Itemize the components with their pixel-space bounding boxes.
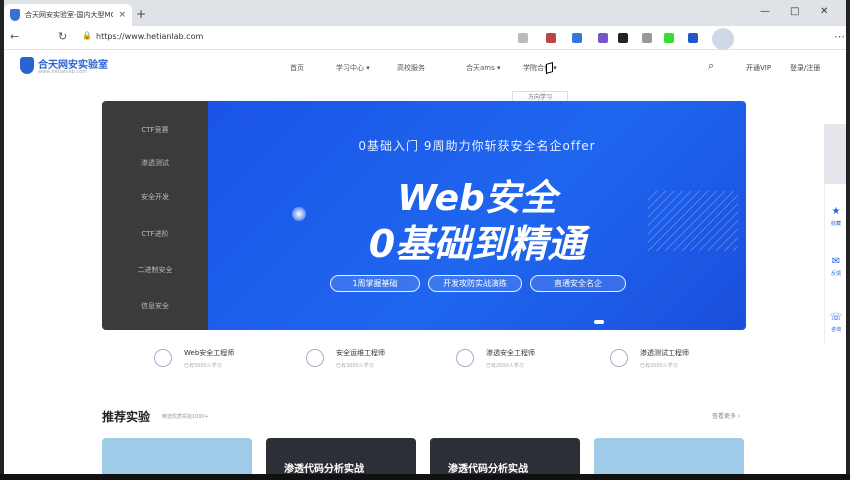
banner-pill: 1周掌握基础 (330, 275, 420, 292)
section-title: 推荐实验 (102, 410, 151, 424)
new-tab-button[interactable]: + (136, 7, 146, 21)
career-icon (154, 349, 172, 367)
tab-title: 合天网安实验室-国内大型MOO (25, 11, 114, 19)
consult-icon[interactable]: ☏ (828, 312, 844, 323)
carousel-dot[interactable] (594, 320, 604, 324)
close-window-button[interactable]: ✕ (820, 6, 828, 17)
banner-side-menu: CTF竞赛 渗透测试 安全开发 CTF进阶 二进制安全 信息安全 (102, 101, 208, 330)
lock-icon[interactable]: 🔒 (82, 31, 92, 40)
browser-tab[interactable]: 合天网安实验室-国内大型MOO × (4, 4, 132, 26)
mouse-cursor (546, 62, 553, 74)
refresh-icon[interactable]: ↻ (58, 30, 67, 43)
side-menu-item[interactable]: 信息安全 (102, 301, 208, 311)
lab-card[interactable] (594, 438, 744, 474)
banner-title-secondary: 0基础到精通 (368, 222, 586, 266)
extension-icon[interactable] (572, 33, 582, 43)
extension-icon[interactable] (664, 33, 674, 43)
lab-card[interactable]: 渗透代码分析实战 (266, 438, 416, 475)
career-icon (306, 349, 324, 367)
side-menu-item[interactable]: 二进制安全 (102, 265, 208, 275)
career-desc: 已有2000人学习 (486, 363, 524, 369)
maximize-button[interactable]: □ (790, 6, 799, 17)
qrcode-button[interactable] (824, 124, 846, 184)
browser-window: 合天网安实验室-国内大型MOO × + — □ ✕ ← ↻ 🔒 https://… (0, 0, 850, 480)
window-border (0, 474, 850, 480)
side-menu-item[interactable]: CTF竞赛 (102, 125, 208, 135)
favorite-icon[interactable]: ★ (828, 206, 844, 217)
feedback-label[interactable]: 反馈 (828, 270, 844, 277)
nav-ams[interactable]: 合天ams ▾ (466, 63, 501, 73)
side-menu-item[interactable]: 安全开发 (102, 192, 208, 202)
favorite-label[interactable]: 收藏 (828, 220, 844, 227)
career-icon (610, 349, 628, 367)
nav-university[interactable]: 高校服务 (397, 63, 425, 73)
url-field[interactable]: https://www.hetianlab.com (96, 32, 203, 41)
career-desc: 已有5000人学习 (184, 363, 222, 369)
hero-banner[interactable]: 0基础入门 9周助力你斩获安全名企offer Web安全 0基础到精通 1周掌握… (208, 101, 746, 330)
star-icon[interactable] (518, 33, 528, 43)
minimize-button[interactable]: — (760, 6, 770, 17)
lab-card[interactable] (102, 438, 252, 474)
more-link[interactable]: 查看更多 › (712, 411, 740, 420)
career-title[interactable]: 安全运维工程师 (336, 348, 385, 358)
consult-label[interactable]: 咨询 (828, 326, 844, 333)
logo-subtitle: www.hetianlab.com (38, 69, 88, 75)
extension-icon[interactable] (642, 33, 652, 43)
side-menu-item[interactable]: 渗透测试 (102, 158, 208, 168)
extension-icon[interactable] (546, 33, 556, 43)
section-subtitle: 精选优质实验1000+ (162, 414, 209, 420)
career-title[interactable]: 渗透测试工程师 (640, 348, 689, 358)
menu-icon[interactable]: ⋯ (834, 30, 845, 43)
back-icon[interactable]: ← (10, 30, 19, 43)
feedback-icon[interactable]: ✉ (828, 256, 844, 267)
lab-card[interactable]: 渗透代码分析实战 (430, 438, 580, 475)
career-desc: 已有3000人学习 (336, 363, 374, 369)
login-link[interactable]: 登录/注册 (790, 63, 820, 73)
favicon-icon (10, 9, 20, 21)
extension-icon[interactable] (598, 33, 608, 43)
window-border (846, 0, 850, 480)
avatar[interactable] (712, 28, 734, 50)
tab-close-button[interactable]: × (118, 10, 126, 20)
nav-home[interactable]: 首页 (290, 63, 304, 73)
extension-icon[interactable] (618, 33, 628, 43)
search-icon[interactable]: ⌕ (708, 59, 714, 73)
banner-pill: 开发攻防实战演练 (428, 275, 522, 292)
logo-icon[interactable] (20, 57, 34, 74)
window-border (0, 0, 4, 480)
extension-icon[interactable] (688, 33, 698, 43)
vip-link[interactable]: 开通VIP (746, 63, 771, 73)
side-menu-item[interactable]: CTF进阶 (102, 229, 208, 239)
career-title[interactable]: 渗透安全工程师 (486, 348, 535, 358)
banner-pill: 直通安全名企 (530, 275, 626, 292)
banner-subtitle: 0基础入门 9周助力你斩获安全名企offer (358, 139, 596, 153)
nav-learning-center[interactable]: 学习中心 ▾ (336, 63, 370, 73)
career-title[interactable]: Web安全工程师 (184, 348, 234, 358)
career-icon (456, 349, 474, 367)
career-desc: 已有2000人学习 (640, 363, 678, 369)
